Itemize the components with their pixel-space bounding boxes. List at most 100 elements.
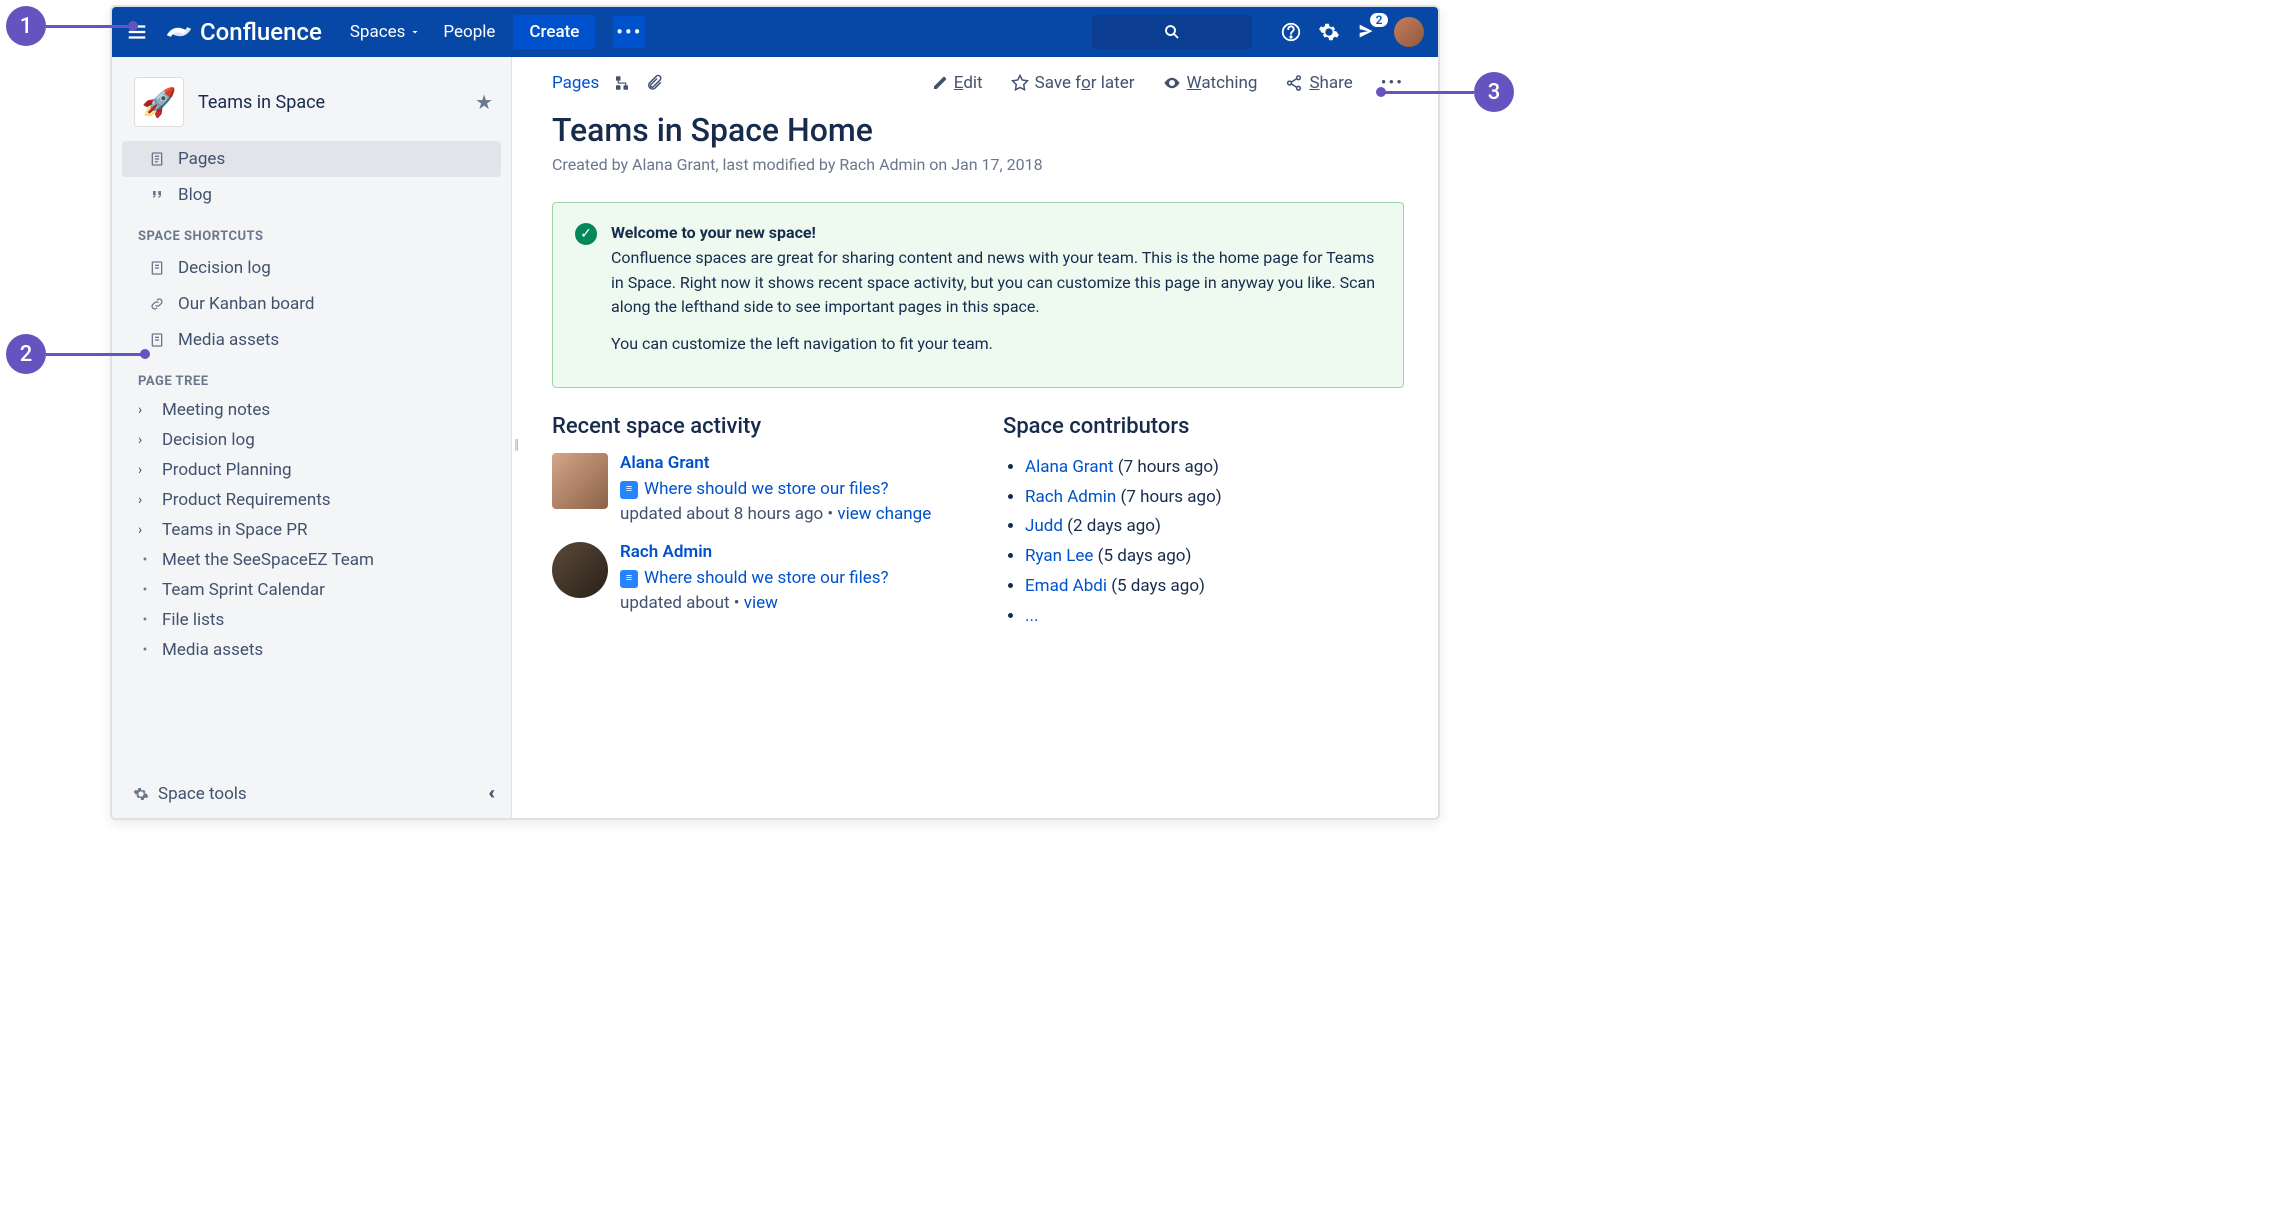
page-toolbar: Pages Edit Save for later Watc [552, 73, 1404, 93]
chevron-down-icon [409, 26, 421, 38]
contrib-time: (5 days ago) [1098, 546, 1192, 566]
callout-dot-1 [128, 21, 138, 31]
star-icon[interactable]: ★ [475, 90, 493, 114]
brand-label: Confluence [200, 18, 322, 46]
nav-people[interactable]: People [443, 22, 495, 42]
shortcut-media[interactable]: Media assets [122, 322, 501, 358]
list-item: Rach Admin (7 hours ago) [1025, 483, 1404, 513]
contrib-name[interactable]: Alana Grant [1025, 457, 1114, 477]
create-button[interactable]: Create [513, 15, 595, 49]
activity-line: ≡Where should we store our files? update… [620, 566, 953, 617]
search-input[interactable] [1092, 15, 1252, 49]
sidebar-blog[interactable]: Blog [122, 177, 501, 213]
callout-dot-2 [140, 349, 150, 359]
tree-product-planning[interactable]: › Product Planning [112, 455, 511, 485]
space-header: 🚀 Teams in Space ★ [112, 69, 511, 141]
tree-label: File lists [162, 610, 224, 630]
watching-button[interactable]: Watching [1163, 73, 1258, 93]
tree-meeting-notes[interactable]: ›Meeting notes [112, 395, 511, 425]
activity-action[interactable]: view change [837, 504, 931, 524]
notifications-icon[interactable]: 2 [1356, 21, 1378, 43]
chevron-right-icon: › [138, 402, 152, 418]
shortcut-kanban[interactable]: Our Kanban board [122, 286, 501, 322]
list-item: Emad Abdi (5 days ago) [1025, 572, 1404, 602]
save-label: Save for later [1035, 73, 1135, 93]
contrib-name[interactable]: Ryan Lee [1025, 546, 1093, 566]
panel-p2: You can customize the left navigation to… [611, 332, 1381, 357]
save-button[interactable]: Save for later [1011, 73, 1135, 93]
contrib-time: (5 days ago) [1111, 576, 1205, 596]
tree-meet-team[interactable]: •Meet the SeeSpaceEZ Team [112, 545, 511, 575]
search-icon [1163, 23, 1181, 41]
activity-item: Alana Grant ≡Where should we store our f… [552, 453, 953, 528]
nav-spaces[interactable]: Spaces [350, 22, 422, 42]
activity-line: ≡Where should we store our files? update… [620, 477, 953, 528]
quote-icon [148, 187, 166, 203]
avatar [552, 542, 608, 598]
hierarchy-icon[interactable] [613, 74, 631, 92]
collapse-icon[interactable]: ‹‹ [488, 783, 491, 804]
settings-icon[interactable] [1318, 21, 1340, 43]
space-name: Teams in Space [198, 92, 461, 113]
list-item: Ryan Lee (5 days ago) [1025, 542, 1404, 572]
watching-label: Watching [1187, 73, 1258, 93]
sidebar-blog-label: Blog [178, 185, 212, 205]
tree-label: Team Sprint Calendar [162, 580, 325, 600]
share-icon [1285, 74, 1303, 92]
activity-link[interactable]: Where should we store our files? [644, 479, 889, 499]
space-tools-label[interactable]: Space tools [158, 784, 247, 804]
avatar [552, 453, 608, 509]
contrib-name[interactable]: Judd [1025, 516, 1063, 536]
tree-media-assets[interactable]: •Media assets [112, 635, 511, 665]
app-window: Confluence Spaces People Create ••• 2 [110, 5, 1440, 820]
edit-label: Edit [954, 73, 983, 93]
tree-heading: PAGE TREE [112, 358, 511, 395]
contrib-more[interactable]: ... [1025, 606, 1038, 626]
user-avatar[interactable] [1394, 17, 1424, 47]
gear-icon[interactable] [132, 786, 150, 802]
tree-sprint-cal[interactable]: •Team Sprint Calendar [112, 575, 511, 605]
edit-button[interactable]: Edit [932, 73, 983, 93]
page-actions: Edit Save for later Watching Share ••• [932, 73, 1404, 93]
sidebar-pages-label: Pages [178, 149, 225, 169]
callout-line-2 [46, 353, 142, 356]
page-icon [148, 151, 166, 167]
tree-product-req[interactable]: ›Product Requirements [112, 485, 511, 515]
help-icon[interactable] [1280, 21, 1302, 43]
sidebar-pages[interactable]: Pages [122, 141, 501, 177]
attachment-icon[interactable] [645, 74, 663, 92]
share-button[interactable]: Share [1285, 73, 1352, 93]
contribs-heading: Space contributors [1003, 414, 1404, 439]
activity-user[interactable]: Alana Grant [620, 453, 953, 473]
pencil-icon [932, 75, 948, 91]
breadcrumb-pages[interactable]: Pages [552, 73, 599, 93]
shortcut-decision-log[interactable]: Decision log [122, 250, 501, 286]
callout-line-3 [1384, 91, 1474, 94]
list-item: Judd (2 days ago) [1025, 512, 1404, 542]
confluence-icon [166, 19, 192, 45]
activity-link[interactable]: Where should we store our files? [644, 568, 889, 588]
tree-file-lists[interactable]: •File lists [112, 605, 511, 635]
nav-spaces-label: Spaces [350, 22, 406, 42]
callout-dot-3 [1376, 87, 1386, 97]
activity-user[interactable]: Rach Admin [620, 542, 953, 562]
tree-pr[interactable]: ›Teams in Space PR [112, 515, 511, 545]
chevron-right-icon: › [138, 462, 152, 478]
contributors-col: Space contributors Alana Grant (7 hours … [1003, 414, 1404, 632]
tree-label: Product Planning [162, 460, 292, 480]
brand[interactable]: Confluence [166, 18, 322, 46]
app-body: 🚀 Teams in Space ★ Pages Blog SPACE SHOR… [112, 57, 1438, 818]
tree-label: Teams in Space PR [162, 520, 307, 540]
create-more-button[interactable]: ••• [613, 16, 645, 48]
sidebar: 🚀 Teams in Space ★ Pages Blog SPACE SHOR… [112, 57, 512, 818]
shortcuts-heading: SPACE SHORTCUTS [112, 213, 511, 250]
page-icon [148, 260, 166, 276]
top-icons: 2 [1280, 17, 1424, 47]
contrib-name[interactable]: Rach Admin [1025, 487, 1116, 507]
activity-action[interactable]: view [744, 593, 778, 613]
shortcut-label: Decision log [178, 258, 271, 278]
activity-meta: updated about 8 hours ago [620, 504, 823, 524]
resize-handle[interactable]: || [514, 437, 517, 453]
tree-decision-log[interactable]: ›Decision log [112, 425, 511, 455]
contrib-name[interactable]: Emad Abdi [1025, 576, 1107, 596]
